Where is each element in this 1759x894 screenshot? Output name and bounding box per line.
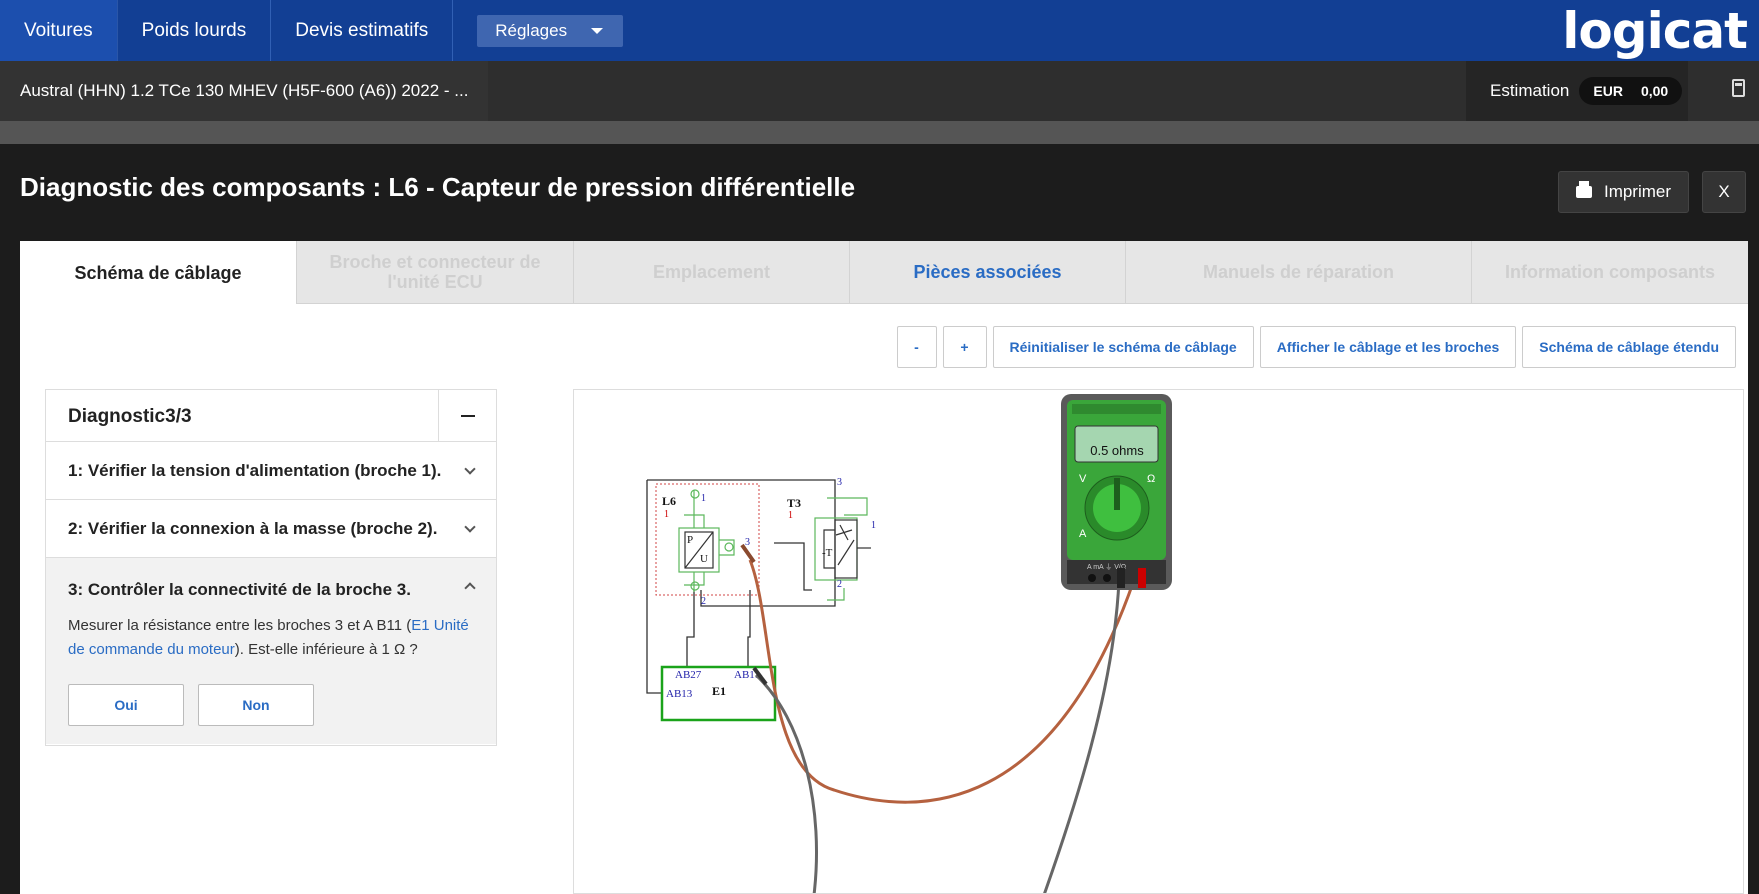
settings-label: Réglages bbox=[495, 21, 568, 40]
black-lead-to-meter bbox=[1043, 579, 1121, 893]
meter-a-label: A bbox=[1079, 528, 1087, 540]
ecu-pin-ab27: AB27 bbox=[675, 669, 702, 681]
content-panel: Schéma de câblage Broche et connecteur d… bbox=[20, 241, 1748, 894]
tab-emplacement: Emplacement bbox=[574, 241, 850, 304]
divider bbox=[0, 121, 1759, 144]
step-label: 3: Contrôler la connectivité de la broch… bbox=[68, 580, 411, 599]
sensor-p-label: P bbox=[687, 534, 693, 546]
nav-devis-estimatifs[interactable]: Devis estimatifs bbox=[271, 0, 454, 61]
vehicle-bar: Austral (HHN) 1.2 TCe 130 MHEV (H5F-600 … bbox=[0, 61, 1759, 121]
t3-label: T3 bbox=[787, 496, 801, 510]
diagnostic-panel: Diagnostic3/3 1: Vérifier la tension d'a… bbox=[45, 389, 497, 746]
step-3-instructions: Mesurer la résistance entre les broches … bbox=[68, 614, 474, 662]
yes-button[interactable]: Oui bbox=[68, 684, 184, 726]
answer-buttons: Oui Non bbox=[68, 684, 474, 726]
reset-schema-button[interactable]: Réinitialiser le schéma de câblage bbox=[992, 326, 1254, 368]
print-label: Imprimer bbox=[1603, 182, 1672, 201]
diagnostic-step-1[interactable]: 1: Vérifier la tension d'alimentation (b… bbox=[46, 442, 496, 500]
red-probe-lead bbox=[748, 559, 1136, 804]
chevron-down-icon bbox=[464, 520, 476, 533]
ecu-e1-label: E1 bbox=[712, 684, 726, 698]
chevron-down-icon bbox=[464, 462, 476, 475]
vehicle-description[interactable]: Austral (HHN) 1.2 TCe 130 MHEV (H5F-600 … bbox=[0, 61, 488, 121]
estimation-label: Estimation bbox=[1490, 81, 1570, 100]
meter-ohm-label: Ω bbox=[1147, 473, 1155, 485]
component-diagnostic-dialog: Diagnostic des composants : L6 - Capteur… bbox=[0, 144, 1759, 894]
multimeter: 0.5 ohms V Ω A A mA ⏚ V/Ω bbox=[1061, 394, 1172, 590]
diagnostic-header: Diagnostic3/3 bbox=[46, 390, 496, 442]
collapse-button[interactable] bbox=[438, 390, 496, 441]
estimation[interactable]: Estimation EUR 0,00 bbox=[1466, 61, 1688, 121]
extended-schema-button[interactable]: Schéma de câblage étendu bbox=[1522, 326, 1736, 368]
ecu-pin-ab13: AB13 bbox=[666, 688, 693, 700]
instruction-text: Mesurer la résistance entre les broches … bbox=[68, 617, 412, 634]
step-label: 1: Vérifier la tension d'alimentation (b… bbox=[68, 460, 442, 480]
zoom-out-button[interactable]: - bbox=[896, 326, 937, 368]
print-button[interactable]: Imprimer bbox=[1558, 171, 1689, 213]
step-label: 2: Vérifier la connexion à la masse (bro… bbox=[68, 518, 438, 538]
wiring-lines bbox=[646, 479, 836, 694]
switch-t-label: -T bbox=[822, 547, 833, 559]
printer-icon bbox=[1575, 181, 1592, 198]
t3-pin3: 3 bbox=[837, 477, 842, 488]
l6-label: L6 bbox=[662, 494, 676, 508]
nav-voitures[interactable]: Voitures bbox=[0, 0, 118, 61]
schema-toolbar: - + Réinitialiser le schéma de câblage A… bbox=[896, 326, 1736, 368]
tab-broche-connecteur: Broche et connecteur de l'unité ECU bbox=[297, 241, 574, 304]
instruction-text-end: ). Est-elle inférieure à 1 Ω ? bbox=[234, 641, 418, 658]
diagnostic-step-2[interactable]: 2: Vérifier la connexion à la masse (bro… bbox=[46, 500, 496, 558]
meter-display: 0.5 ohms bbox=[1090, 443, 1144, 458]
black-probe-lead bbox=[754, 673, 818, 893]
t3-num: 1 bbox=[788, 510, 793, 521]
step-3-header[interactable]: 3: Contrôler la connectivité de la broch… bbox=[68, 580, 476, 600]
logicat-logo: logicat bbox=[1562, 2, 1748, 60]
no-button[interactable]: Non bbox=[198, 684, 314, 726]
settings-dropdown[interactable]: Réglages bbox=[477, 15, 624, 47]
estimation-amount: EUR 0,00 bbox=[1579, 77, 1683, 105]
tab-schema-cablage[interactable]: Schéma de câblage bbox=[20, 241, 297, 304]
wiring-schema[interactable]: P U L6 1 1 2 3 T3 1 -T 3 1 2 AB27 AB11 A… bbox=[573, 389, 1744, 894]
meter-v-label: V bbox=[1079, 473, 1087, 485]
l6-num: 1 bbox=[664, 509, 669, 520]
tab-information-composants: Information composants bbox=[1472, 241, 1748, 304]
page-title: Diagnostic des composants : L6 - Capteur… bbox=[20, 172, 856, 202]
top-navigation: Voitures Poids lourds Devis estimatifs R… bbox=[0, 0, 1759, 61]
amount: 0,00 bbox=[1640, 83, 1669, 99]
calculator-icon[interactable] bbox=[1732, 79, 1745, 97]
nav-poids-lourds[interactable]: Poids lourds bbox=[118, 0, 272, 61]
tab-bar: Schéma de câblage Broche et connecteur d… bbox=[20, 241, 1748, 304]
currency: EUR bbox=[1593, 83, 1623, 99]
sensor-u-label: U bbox=[700, 553, 708, 565]
zoom-in-button[interactable]: + bbox=[942, 326, 987, 368]
wiring-diagram-svg: P U L6 1 1 2 3 T3 1 -T 3 1 2 AB27 AB11 A… bbox=[646, 394, 1172, 893]
caret-down-icon bbox=[591, 28, 604, 34]
show-wiring-button[interactable]: Afficher le câblage et les broches bbox=[1259, 326, 1517, 368]
close-button[interactable]: X bbox=[1702, 171, 1746, 213]
t3-pin2: 2 bbox=[837, 579, 842, 590]
tab-manuels-reparation: Manuels de réparation bbox=[1126, 241, 1472, 304]
diagnostic-step-3: 3: Contrôler la connectivité de la broch… bbox=[46, 558, 496, 744]
l6-pin2: 2 bbox=[701, 596, 706, 607]
l6-pin3: 3 bbox=[745, 537, 750, 548]
l6-pin1: 1 bbox=[701, 493, 706, 504]
t3-pin1: 1 bbox=[871, 520, 876, 531]
minus-icon bbox=[460, 414, 475, 417]
diagnostic-title: Diagnostic3/3 bbox=[68, 406, 192, 427]
tab-pieces-associees[interactable]: Pièces associées bbox=[850, 241, 1126, 304]
chevron-up-icon bbox=[464, 582, 476, 594]
